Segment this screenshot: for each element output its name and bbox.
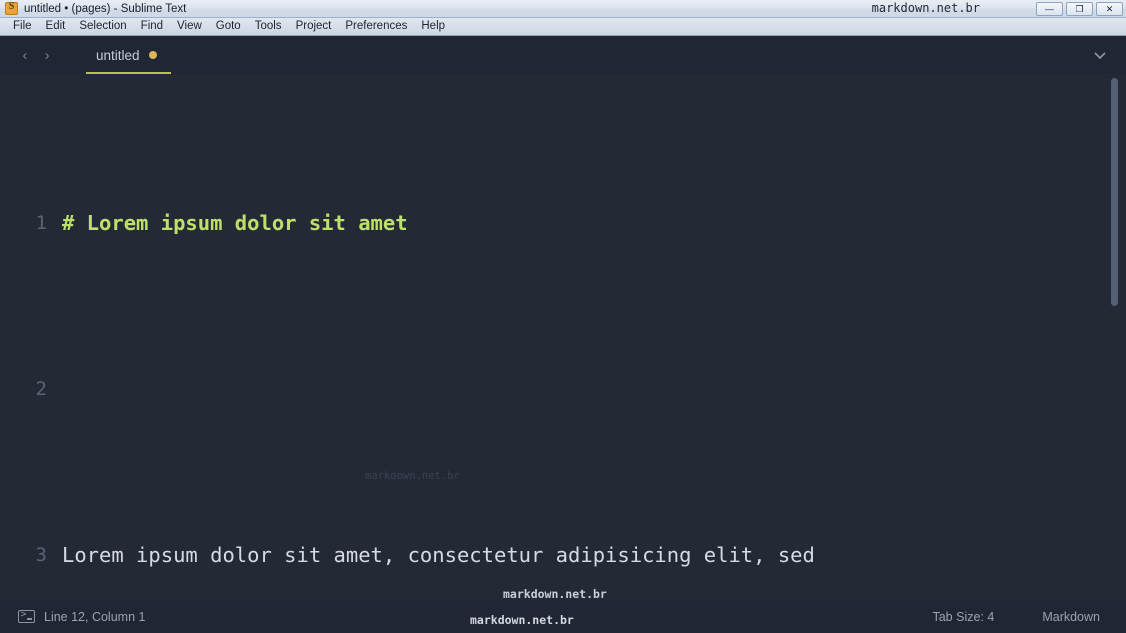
- menu-item-edit[interactable]: Edit: [39, 18, 73, 35]
- status-bar-left: Line 12, Column 1: [18, 609, 145, 624]
- cursor-position-label[interactable]: Line 12, Column 1: [44, 610, 145, 624]
- menu-item-view[interactable]: View: [170, 18, 209, 35]
- editor-content: 1 # Lorem ipsum dolor sit amet 2 3 Lorem…: [0, 78, 1126, 600]
- status-bar-right: Tab Size: 4 Markdown: [932, 600, 1126, 633]
- minimize-button[interactable]: —: [1036, 2, 1063, 16]
- tab-untitled[interactable]: untitled: [86, 36, 171, 74]
- editor-line-2: 2: [0, 369, 1126, 411]
- title-bar: untitled • (pages) - Sublime Text markdo…: [0, 0, 1126, 18]
- menu-bar: File Edit Selection Find View Goto Tools…: [0, 18, 1126, 36]
- window-title: untitled • (pages) - Sublime Text: [24, 2, 187, 15]
- editor-line-3: 3 Lorem ipsum dolor sit amet, consectetu…: [0, 535, 1126, 577]
- line-number: 1: [35, 211, 47, 234]
- tab-label: untitled: [96, 47, 140, 63]
- tab-size-label[interactable]: Tab Size: 4: [932, 610, 994, 624]
- terminal-icon[interactable]: [18, 609, 35, 623]
- syntax-label[interactable]: Markdown: [1042, 610, 1100, 624]
- sublime-text-window: untitled • (pages) - Sublime Text markdo…: [0, 0, 1126, 633]
- chevron-down-icon[interactable]: [1092, 47, 1108, 63]
- nav-forward-icon[interactable]: ›: [36, 43, 58, 67]
- menu-item-tools[interactable]: Tools: [248, 18, 289, 35]
- editor-scrollbar[interactable]: [1111, 74, 1123, 600]
- status-bar-watermark: markdown.net.br: [470, 613, 574, 627]
- sublime-text-logo-icon: [5, 1, 18, 15]
- unsaved-changes-dot-icon: [148, 51, 157, 59]
- code-editor[interactable]: 1 # Lorem ipsum dolor sit amet 2 3 Lorem…: [0, 74, 1126, 600]
- window-controls: — ❐ ✕: [1036, 2, 1123, 16]
- title-bar-watermark: markdown.net.br: [871, 1, 980, 15]
- line-number: 2: [35, 377, 47, 400]
- maximize-button[interactable]: ❐: [1066, 2, 1093, 16]
- tab-navigation: ‹ ›: [14, 43, 58, 67]
- nav-back-icon[interactable]: ‹: [14, 43, 36, 67]
- line-number: 3: [35, 543, 47, 566]
- menu-item-goto[interactable]: Goto: [209, 18, 248, 35]
- menu-item-preferences[interactable]: Preferences: [338, 18, 414, 35]
- line-text-paragraph-wrap-1: Lorem ipsum dolor sit amet, consectetur …: [62, 542, 815, 567]
- menu-item-find[interactable]: Find: [134, 18, 170, 35]
- menu-item-help[interactable]: Help: [414, 18, 452, 35]
- line-text-heading: # Lorem ipsum dolor sit amet: [62, 210, 408, 235]
- tab-bar: ‹ › untitled: [0, 36, 1126, 74]
- menu-item-project[interactable]: Project: [289, 18, 339, 35]
- editor-line-1: 1 # Lorem ipsum dolor sit amet: [0, 203, 1126, 245]
- close-button[interactable]: ✕: [1096, 2, 1123, 16]
- editor-scrollbar-thumb[interactable]: [1111, 78, 1118, 306]
- menu-item-file[interactable]: File: [6, 18, 39, 35]
- menu-item-selection[interactable]: Selection: [72, 18, 133, 35]
